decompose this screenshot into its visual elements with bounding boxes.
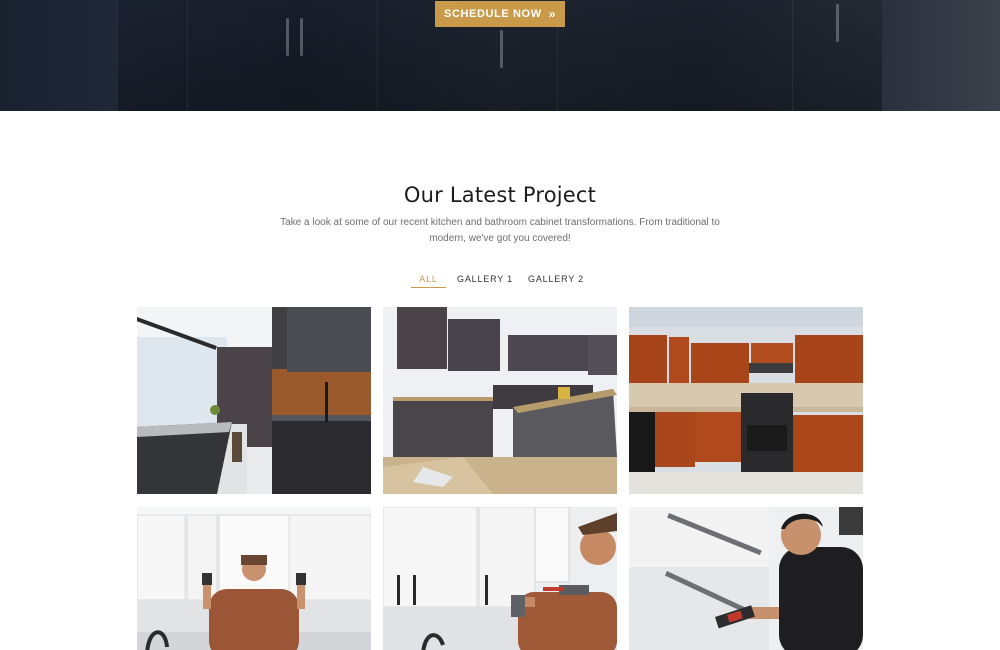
gallery-image bbox=[629, 507, 863, 650]
gallery-image bbox=[629, 307, 863, 494]
gallery-item[interactable] bbox=[383, 307, 617, 494]
gallery-item[interactable] bbox=[629, 307, 863, 494]
hero-cabinet-handle bbox=[836, 4, 839, 42]
gallery-item[interactable] bbox=[629, 507, 863, 650]
hero-cabinet-panel bbox=[557, 0, 792, 111]
schedule-now-label: SCHEDULE NOW bbox=[444, 8, 542, 20]
gallery-image bbox=[137, 507, 371, 650]
hero-cabinet-handle bbox=[300, 18, 303, 56]
tab-gallery-2[interactable]: GALLERY 2 bbox=[527, 270, 585, 288]
schedule-now-button[interactable]: SCHEDULE NOW » bbox=[435, 1, 565, 27]
hero-cabinet-handle bbox=[500, 30, 503, 68]
hero-cabinet-panel bbox=[187, 0, 377, 111]
tab-gallery-1[interactable]: GALLERY 1 bbox=[455, 270, 515, 288]
tab-all[interactable]: ALL bbox=[411, 270, 446, 288]
project-gallery bbox=[137, 307, 863, 650]
hero-cabinet-handle bbox=[286, 18, 289, 56]
gallery-image bbox=[383, 507, 617, 650]
hero-banner: SCHEDULE NOW » bbox=[0, 0, 1000, 111]
gallery-filter-tabs: ALL GALLERY 1 GALLERY 2 bbox=[0, 270, 1000, 290]
hero-cabinet-panel bbox=[117, 0, 187, 111]
double-chevron-right-icon: » bbox=[548, 7, 556, 21]
gallery-image bbox=[383, 307, 617, 494]
gallery-item[interactable] bbox=[137, 307, 371, 494]
gallery-image bbox=[137, 307, 371, 494]
section-subtitle: Take a look at some of our recent kitche… bbox=[280, 217, 720, 244]
section-title: Our Latest Project bbox=[403, 183, 597, 207]
gallery-item[interactable] bbox=[383, 507, 617, 650]
gallery-item[interactable] bbox=[137, 507, 371, 650]
